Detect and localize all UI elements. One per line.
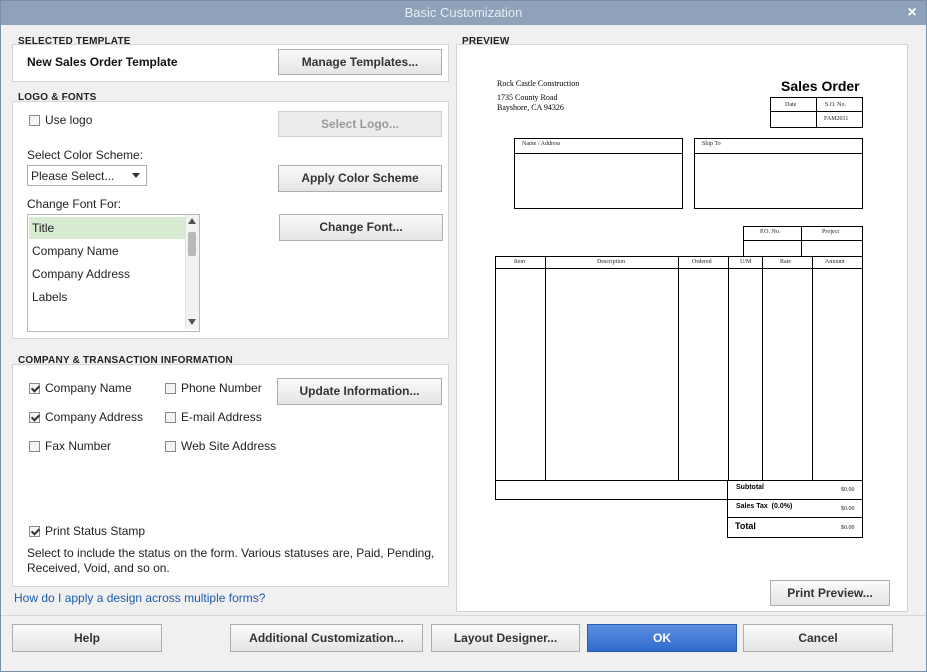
company-address-label: Company Address — [45, 410, 144, 424]
sales-tax-value: $0.00 — [841, 506, 855, 512]
preview-document: Rock Castle Construction 1735 County Roa… — [467, 51, 892, 571]
company-name-checkbox[interactable] — [29, 383, 40, 394]
basic-customization-dialog: Basic Customization × SELECTED TEMPLATE … — [0, 0, 927, 672]
ok-button[interactable]: OK — [587, 624, 737, 652]
web-site-address-checkbox[interactable] — [165, 441, 176, 452]
col-item: Item — [514, 259, 525, 265]
col-um: U/M — [740, 259, 752, 265]
help-button[interactable]: Help — [12, 624, 162, 652]
preview-company-name: Rock Castle Construction — [497, 79, 580, 88]
phone-number-checkbox[interactable] — [165, 383, 176, 394]
use-logo-checkbox[interactable] — [29, 115, 40, 126]
ship-to-divider — [694, 153, 863, 154]
use-logo-label: Use logo — [45, 113, 93, 127]
scroll-thumb[interactable] — [188, 232, 196, 256]
line-items-table — [495, 256, 863, 500]
company-address-checkbox[interactable] — [29, 412, 40, 423]
subtotal-label: Subtotal — [736, 484, 764, 491]
po-project-vdivider — [801, 226, 802, 257]
company-name-label: Company Name — [45, 381, 132, 395]
status-note: Select to include the status on the form… — [27, 546, 435, 575]
totals-left-edge — [727, 480, 728, 500]
footer-divider — [1, 615, 926, 616]
col-divider-2 — [678, 256, 679, 480]
font-item-company-name[interactable]: Company Name — [29, 240, 185, 262]
name-address-label: Name / Address — [522, 141, 561, 147]
phone-number-label: Phone Number — [181, 381, 262, 395]
scroll-down-icon[interactable] — [188, 319, 196, 325]
change-font-button[interactable]: Change Font... — [279, 214, 443, 241]
col-rate: Rate — [780, 259, 791, 265]
font-list-scrollbar[interactable] — [185, 215, 199, 329]
preview-doc-title: Sales Order — [781, 78, 860, 94]
font-item-company-address[interactable]: Company Address — [29, 263, 185, 285]
po-header: P.O. No. — [760, 229, 781, 235]
color-scheme-value: Please Select... — [31, 169, 115, 183]
color-scheme-label: Select Color Scheme: — [27, 148, 144, 162]
chevron-down-icon — [132, 173, 140, 178]
close-icon[interactable]: × — [904, 1, 920, 25]
total-value: $0.00 — [841, 525, 855, 531]
total-label: Total — [735, 521, 756, 531]
help-link[interactable]: How do I apply a design across multiple … — [14, 591, 265, 605]
print-status-stamp-label: Print Status Stamp — [45, 524, 146, 538]
col-divider-5 — [812, 256, 813, 480]
update-information-button[interactable]: Update Information... — [277, 378, 442, 405]
col-divider-4 — [762, 256, 763, 480]
so-value: FAM2011 — [824, 116, 849, 122]
so-header: S.O. No. — [825, 102, 847, 108]
tax-divider — [727, 517, 863, 518]
subtotal-value: $0.00 — [841, 487, 855, 493]
apply-color-scheme-button[interactable]: Apply Color Scheme — [278, 165, 442, 192]
title-bar: Basic Customization × — [1, 1, 926, 25]
print-status-stamp-checkbox[interactable] — [29, 526, 40, 537]
ship-to-box — [694, 138, 863, 209]
template-name: New Sales Order Template — [27, 55, 178, 69]
col-ordered: Ordered — [692, 259, 712, 265]
color-scheme-select[interactable]: Please Select... — [27, 165, 147, 186]
sales-tax-label: Sales Tax (0.0%) — [736, 503, 793, 510]
col-description: Description — [597, 259, 625, 265]
email-address-checkbox[interactable] — [165, 412, 176, 423]
window-title: Basic Customization — [404, 5, 523, 20]
preview-address-line2: Bayshore, CA 94326 — [497, 103, 564, 112]
scroll-up-icon[interactable] — [188, 218, 196, 224]
project-header: Project — [822, 229, 839, 235]
web-site-address-label: Web Site Address — [181, 439, 277, 453]
email-address-label: E-mail Address — [181, 410, 262, 424]
preview-address-line1: 1735 County Road — [497, 93, 558, 102]
subtotal-divider — [727, 499, 863, 500]
change-font-for-label: Change Font For: — [27, 197, 122, 211]
manage-templates-button[interactable]: Manage Templates... — [278, 49, 442, 75]
print-preview-button[interactable]: Print Preview... — [770, 580, 890, 606]
date-header: Date — [785, 102, 797, 108]
col-divider-3 — [728, 256, 729, 480]
font-item-labels[interactable]: Labels — [29, 286, 185, 308]
ship-to-label: Ship To — [702, 141, 721, 147]
col-divider-1 — [545, 256, 546, 480]
name-address-box — [514, 138, 683, 209]
po-project-divider — [743, 240, 863, 241]
font-item-title[interactable]: Title — [29, 217, 185, 239]
col-amount: Amount — [825, 259, 845, 265]
select-logo-button[interactable]: Select Logo... — [278, 111, 442, 137]
font-target-list[interactable]: Title Company Name Company Address Label… — [27, 214, 200, 332]
name-address-divider — [514, 153, 683, 154]
additional-customization-button[interactable]: Additional Customization... — [230, 624, 423, 652]
fax-number-label: Fax Number — [45, 439, 112, 453]
layout-designer-button[interactable]: Layout Designer... — [431, 624, 580, 652]
fax-number-checkbox[interactable] — [29, 441, 40, 452]
line-items-header-divider — [495, 268, 863, 269]
date-so-vdivider — [816, 97, 817, 128]
cancel-button[interactable]: Cancel — [743, 624, 893, 652]
